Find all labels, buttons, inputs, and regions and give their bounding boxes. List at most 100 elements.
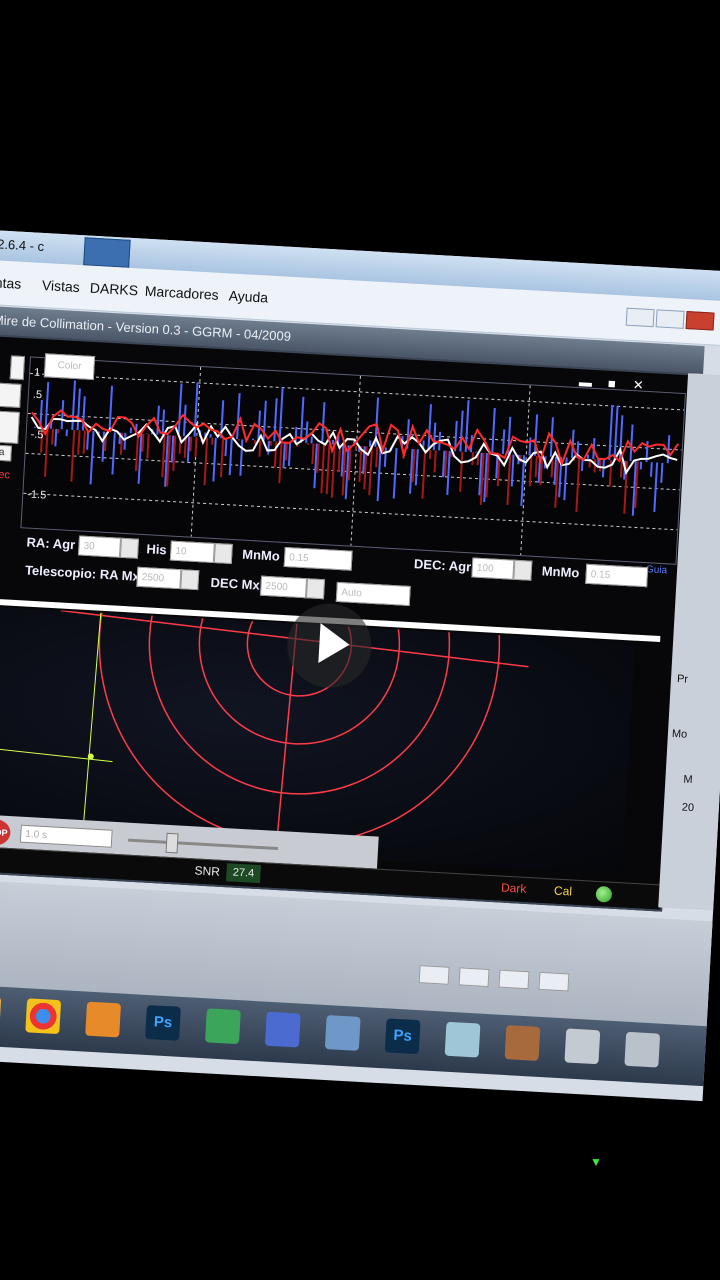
photoshop-icon-2[interactable]: Ps bbox=[384, 1018, 421, 1055]
ra-bar bbox=[71, 380, 77, 430]
app-minimize-button[interactable] bbox=[625, 307, 655, 328]
dec-bar bbox=[444, 450, 448, 476]
ra-bar bbox=[608, 404, 614, 460]
ra-bar bbox=[313, 443, 318, 489]
dark-button[interactable]: Dark bbox=[501, 881, 527, 896]
ra-bar bbox=[459, 410, 464, 452]
snr-label: SNR bbox=[194, 863, 221, 879]
ra-bar bbox=[299, 396, 305, 443]
dec-bar bbox=[146, 434, 150, 459]
photoshop-icon[interactable]: Ps bbox=[145, 1004, 181, 1041]
mnmo-label: MnMo bbox=[241, 546, 281, 564]
y-label-1: 1 bbox=[34, 367, 41, 379]
menu-ayuda[interactable]: Ayuda bbox=[228, 287, 268, 305]
desktop-tile[interactable] bbox=[418, 965, 450, 985]
right-label-20: 20 bbox=[681, 801, 695, 815]
ra-bar bbox=[89, 431, 95, 485]
ra-bar bbox=[60, 400, 65, 430]
ra-bar bbox=[182, 404, 187, 437]
dec-bar bbox=[593, 459, 597, 473]
media-player-icon[interactable] bbox=[85, 1001, 122, 1038]
ra-bar bbox=[273, 398, 278, 442]
app-icon-network[interactable] bbox=[324, 1015, 361, 1051]
winrar-icon[interactable] bbox=[504, 1025, 541, 1061]
ra-agr-label: RA: Agr bbox=[26, 534, 76, 553]
dec-mx-spin[interactable] bbox=[305, 578, 326, 600]
ra-mx-spin[interactable] bbox=[180, 569, 200, 591]
dec-bar bbox=[161, 435, 166, 478]
y-label-05: .5 bbox=[33, 389, 43, 401]
ra-agr-spin[interactable] bbox=[119, 537, 139, 559]
mnmo-field[interactable]: 0.15 bbox=[283, 546, 353, 571]
ra-bar bbox=[278, 387, 284, 442]
gridline bbox=[23, 492, 678, 531]
device-icon[interactable] bbox=[624, 1031, 661, 1068]
dec-mnmo-field[interactable]: 0.15 bbox=[585, 563, 649, 588]
dec-bar bbox=[619, 460, 623, 478]
monitor-screen: 2.6.4 - c entas Vistas DARKS Marcadores … bbox=[0, 230, 720, 1102]
his-spin[interactable] bbox=[213, 543, 233, 565]
signal-icon: ▼ bbox=[590, 1155, 602, 1169]
ra-bar bbox=[161, 409, 166, 436]
left-select[interactable]: es bbox=[0, 381, 22, 408]
menu-darks[interactable]: DARKS bbox=[89, 280, 138, 299]
his-field[interactable]: 10 bbox=[169, 540, 215, 564]
stop-button[interactable]: STOP bbox=[0, 818, 12, 847]
gain-slider-thumb[interactable] bbox=[165, 832, 179, 854]
phd-guiding-icon[interactable] bbox=[444, 1021, 481, 1058]
ra-bar bbox=[427, 404, 433, 450]
color-button[interactable]: Color bbox=[43, 353, 96, 381]
menu-vistas[interactable]: Vistas bbox=[42, 277, 81, 295]
ra-mx-field[interactable]: 2500 bbox=[136, 566, 182, 590]
printer-icon[interactable] bbox=[564, 1028, 601, 1065]
app-title: 2.6.4 - c bbox=[0, 236, 45, 255]
ra-bar bbox=[267, 440, 270, 455]
chrome-icon[interactable] bbox=[25, 998, 62, 1035]
ra-bar bbox=[186, 436, 191, 463]
ra-bar bbox=[446, 450, 451, 496]
left-spin[interactable] bbox=[9, 355, 26, 381]
menu-herramientas[interactable]: entas bbox=[0, 274, 22, 292]
his-label: His bbox=[146, 541, 168, 558]
dec-agr-field[interactable]: 100 bbox=[471, 557, 515, 580]
desktop-tile[interactable] bbox=[498, 969, 530, 990]
menu-marcadores[interactable]: Marcadores bbox=[144, 283, 219, 303]
collimation-window: ▬ ■ ✕ es encia Dec bbox=[0, 333, 693, 912]
ra-bar bbox=[491, 407, 496, 454]
gain-slider-track[interactable] bbox=[128, 838, 279, 851]
ra-bar bbox=[287, 442, 292, 466]
guia-label: Guia bbox=[645, 564, 668, 577]
ra-bar bbox=[305, 421, 309, 444]
app-icon-blue[interactable] bbox=[264, 1011, 301, 1048]
y-label-m05: -.5 bbox=[30, 429, 43, 442]
cal-button[interactable]: Cal bbox=[554, 884, 573, 899]
desktop-tile[interactable] bbox=[458, 967, 490, 988]
gridline bbox=[350, 375, 361, 546]
folder-icon[interactable] bbox=[0, 994, 2, 1031]
dec-bar bbox=[194, 436, 198, 457]
dec-bar bbox=[278, 441, 283, 484]
ra-bar bbox=[376, 447, 382, 502]
left-label: encia bbox=[0, 443, 13, 462]
dec-bar bbox=[273, 441, 278, 468]
dec-agr-label: DEC: Agr bbox=[413, 556, 472, 575]
right-label-pr: Pr bbox=[676, 673, 689, 686]
screen: 2.6.4 - c entas Vistas DARKS Marcadores … bbox=[0, 0, 720, 1280]
graph-bars bbox=[34, 380, 671, 516]
dec-bar bbox=[43, 428, 49, 477]
ra-bar bbox=[383, 447, 387, 467]
dec-bar bbox=[428, 449, 432, 459]
desktop-tile[interactable] bbox=[538, 971, 570, 992]
exposure-select[interactable]: 1.0 s bbox=[19, 824, 113, 848]
app-icon-green[interactable] bbox=[204, 1008, 241, 1045]
dec-mx-field[interactable]: 2500 bbox=[260, 575, 308, 599]
play-icon bbox=[318, 623, 351, 665]
dec-bar bbox=[219, 438, 225, 478]
app-maximize-button[interactable] bbox=[655, 309, 685, 329]
app-close-button[interactable] bbox=[685, 311, 715, 331]
dec-agr-spin[interactable] bbox=[513, 559, 533, 581]
ra-agr-field[interactable]: 30 bbox=[77, 535, 122, 558]
left-box bbox=[0, 409, 20, 444]
dec-legend-label: Dec bbox=[0, 468, 11, 482]
auto-select[interactable]: Auto bbox=[335, 581, 411, 607]
